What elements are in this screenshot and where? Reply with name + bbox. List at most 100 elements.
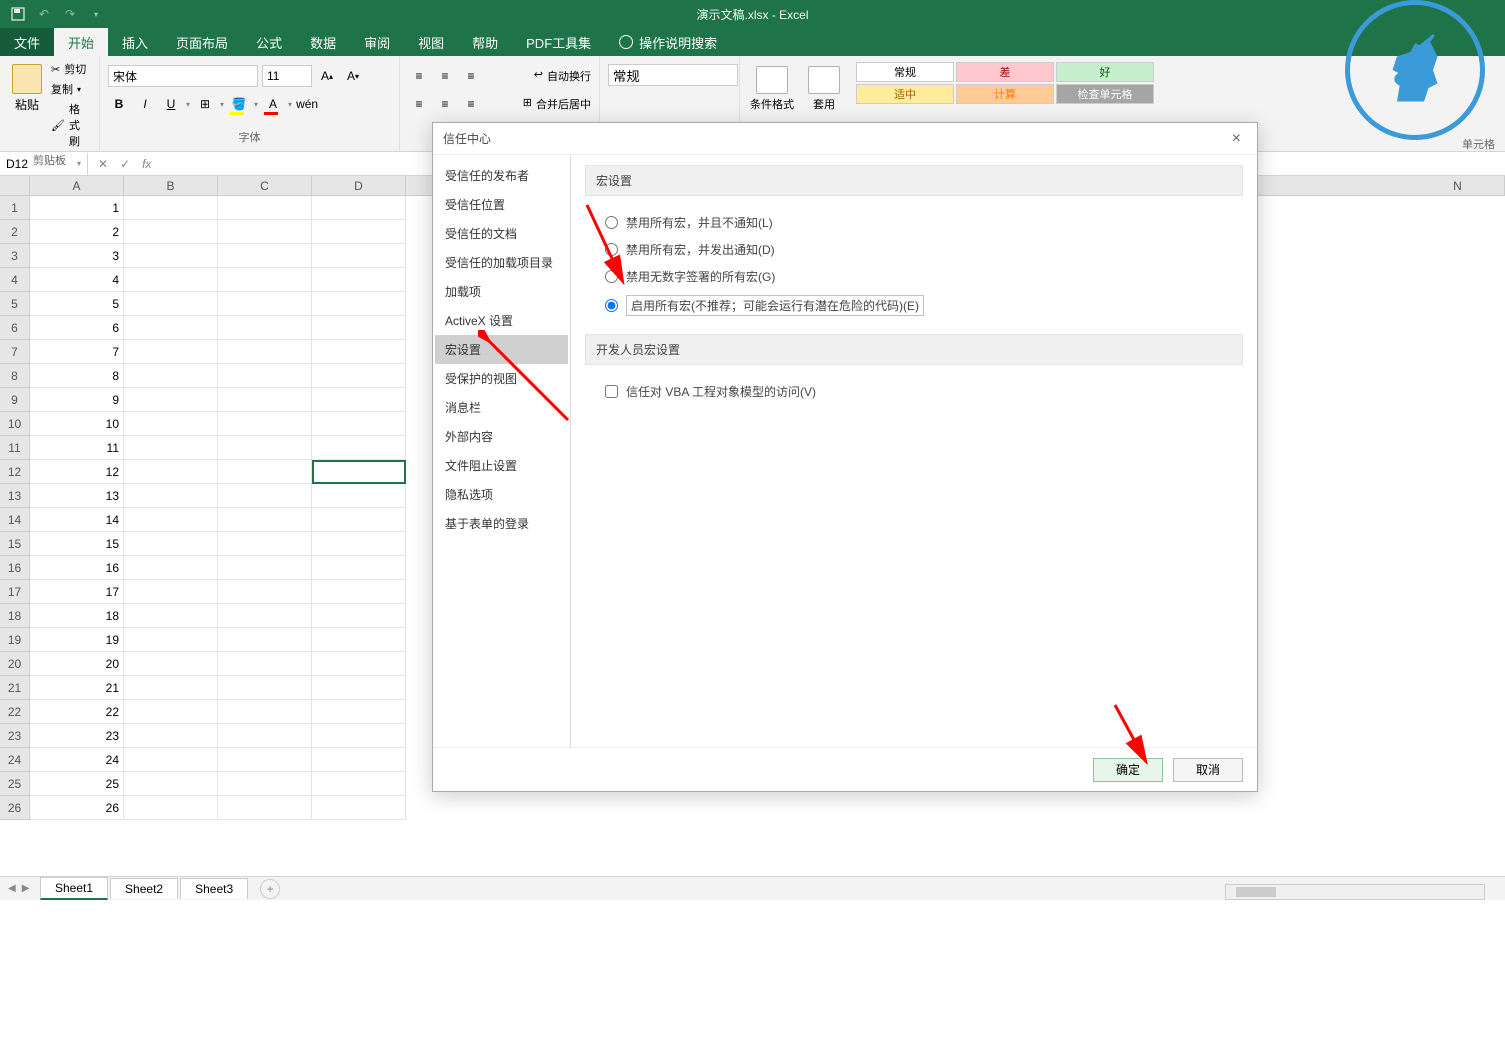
dialog-close-button[interactable]: ×: [1226, 130, 1247, 148]
align-middle-button[interactable]: ≡: [434, 65, 456, 87]
save-icon[interactable]: [10, 6, 26, 22]
grid-cell[interactable]: [124, 220, 218, 244]
grid-cell[interactable]: [218, 244, 312, 268]
row-header[interactable]: 22: [0, 700, 30, 724]
row-header[interactable]: 6: [0, 316, 30, 340]
grid-cell[interactable]: 6: [30, 316, 124, 340]
font-size-select[interactable]: [262, 65, 312, 87]
grid-cell[interactable]: [218, 772, 312, 796]
row-header[interactable]: 10: [0, 412, 30, 436]
grow-font-button[interactable]: A▴: [316, 65, 338, 87]
number-format-select[interactable]: [608, 64, 738, 86]
row-header[interactable]: 12: [0, 460, 30, 484]
row-header[interactable]: 13: [0, 484, 30, 508]
grid-cell[interactable]: [218, 628, 312, 652]
grid-cell[interactable]: [124, 724, 218, 748]
enter-formula-icon[interactable]: ✓: [120, 157, 130, 171]
add-sheet-button[interactable]: +: [260, 879, 280, 899]
grid-cell[interactable]: [124, 292, 218, 316]
grid-cell[interactable]: 22: [30, 700, 124, 724]
row-header[interactable]: 15: [0, 532, 30, 556]
bold-button[interactable]: B: [108, 93, 130, 115]
tab-layout[interactable]: 页面布局: [162, 28, 242, 56]
sheet-tab-1[interactable]: Sheet1: [40, 877, 108, 900]
grid-cell[interactable]: [218, 508, 312, 532]
sidebar-privacy[interactable]: 隐私选项: [435, 480, 568, 509]
sheet-tab-3[interactable]: Sheet3: [180, 878, 248, 899]
italic-button[interactable]: I: [134, 93, 156, 115]
grid-cell[interactable]: [312, 508, 406, 532]
grid-cell[interactable]: [312, 532, 406, 556]
cell-style-check[interactable]: 检查单元格: [1056, 84, 1154, 104]
grid-cell[interactable]: [124, 316, 218, 340]
grid-cell[interactable]: [312, 700, 406, 724]
sidebar-trusted-addin-catalogs[interactable]: 受信任的加载项目录: [435, 248, 568, 277]
grid-cell[interactable]: [124, 340, 218, 364]
qat-more-icon[interactable]: ▾: [88, 6, 104, 22]
grid-cell[interactable]: [218, 388, 312, 412]
grid-cell[interactable]: [312, 316, 406, 340]
row-header[interactable]: 18: [0, 604, 30, 628]
border-button[interactable]: ⊞: [194, 93, 216, 115]
tab-help[interactable]: 帮助: [458, 28, 512, 56]
grid-cell[interactable]: [312, 556, 406, 580]
grid-cell[interactable]: 1: [30, 196, 124, 220]
grid-cell[interactable]: [124, 244, 218, 268]
grid-cell[interactable]: [218, 724, 312, 748]
grid-cell[interactable]: [312, 340, 406, 364]
sidebar-external-content[interactable]: 外部内容: [435, 422, 568, 451]
grid-cell[interactable]: [124, 532, 218, 556]
sidebar-activex[interactable]: ActiveX 设置: [435, 306, 568, 335]
grid-cell[interactable]: [124, 676, 218, 700]
grid-cell[interactable]: [218, 364, 312, 388]
tab-tellme[interactable]: 操作说明搜索: [605, 28, 731, 56]
grid-cell[interactable]: [312, 484, 406, 508]
grid-cell[interactable]: [218, 436, 312, 460]
merge-button[interactable]: ⊞合并后居中: [523, 96, 591, 112]
grid-cell[interactable]: [218, 292, 312, 316]
grid-cell[interactable]: [218, 316, 312, 340]
grid-cell[interactable]: 12: [30, 460, 124, 484]
dialog-titlebar[interactable]: 信任中心 ×: [433, 123, 1257, 155]
align-top-button[interactable]: ≡: [408, 65, 430, 87]
tab-view[interactable]: 视图: [404, 28, 458, 56]
row-header[interactable]: 4: [0, 268, 30, 292]
cell-style-medium[interactable]: 适中: [856, 84, 954, 104]
row-header[interactable]: 17: [0, 580, 30, 604]
col-header-a[interactable]: A: [30, 176, 124, 195]
grid-cell[interactable]: 21: [30, 676, 124, 700]
tab-formulas[interactable]: 公式: [242, 28, 296, 56]
grid-cell[interactable]: [124, 460, 218, 484]
row-header[interactable]: 2: [0, 220, 30, 244]
col-header-b[interactable]: B: [124, 176, 218, 195]
tab-pdftools[interactable]: PDF工具集: [512, 28, 605, 56]
row-header[interactable]: 11: [0, 436, 30, 460]
grid-cell[interactable]: [124, 628, 218, 652]
format-painter-button[interactable]: 🖌格式刷: [50, 100, 91, 150]
grid-cell[interactable]: [124, 508, 218, 532]
row-header[interactable]: 5: [0, 292, 30, 316]
cut-button[interactable]: ✂剪切: [50, 60, 91, 78]
radio-disable-no-notify[interactable]: 禁用所有宏，并且不通知(L): [605, 214, 1223, 231]
grid-cell[interactable]: [218, 532, 312, 556]
grid-cell[interactable]: [218, 652, 312, 676]
grid-cell[interactable]: 23: [30, 724, 124, 748]
grid-cell[interactable]: [312, 196, 406, 220]
grid-cell[interactable]: [312, 724, 406, 748]
grid-cell[interactable]: [218, 556, 312, 580]
grid-cell[interactable]: [312, 364, 406, 388]
grid-cell[interactable]: [218, 748, 312, 772]
grid-cell[interactable]: 25: [30, 772, 124, 796]
grid-cell[interactable]: 24: [30, 748, 124, 772]
grid-cell[interactable]: [124, 580, 218, 604]
row-header[interactable]: 8: [0, 364, 30, 388]
select-all-corner[interactable]: [0, 176, 30, 196]
grid-cell[interactable]: [124, 268, 218, 292]
grid-cell[interactable]: [124, 772, 218, 796]
grid-cell[interactable]: [124, 436, 218, 460]
col-header-n[interactable]: N: [1411, 176, 1505, 195]
radio-disable-unsigned[interactable]: 禁用无数字签署的所有宏(G): [605, 268, 1223, 285]
grid-cell[interactable]: [124, 556, 218, 580]
cell-style-bad[interactable]: 差: [956, 62, 1054, 82]
name-box[interactable]: D12 ▾: [0, 153, 88, 175]
